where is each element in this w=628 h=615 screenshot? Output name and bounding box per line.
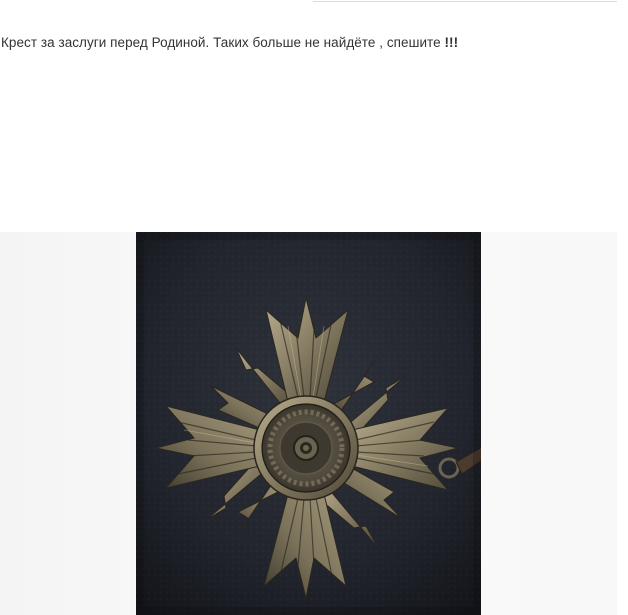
post-text-emphasis: !!! xyxy=(444,35,459,50)
post-text: Крест за заслуги перед Родиной. Таких бо… xyxy=(1,35,458,50)
medal-cross-image xyxy=(136,232,481,615)
top-divider xyxy=(313,1,617,2)
post-text-body: Крест за заслуги перед Родиной. Таких бо… xyxy=(1,35,445,50)
medal-photo[interactable] xyxy=(136,232,481,615)
